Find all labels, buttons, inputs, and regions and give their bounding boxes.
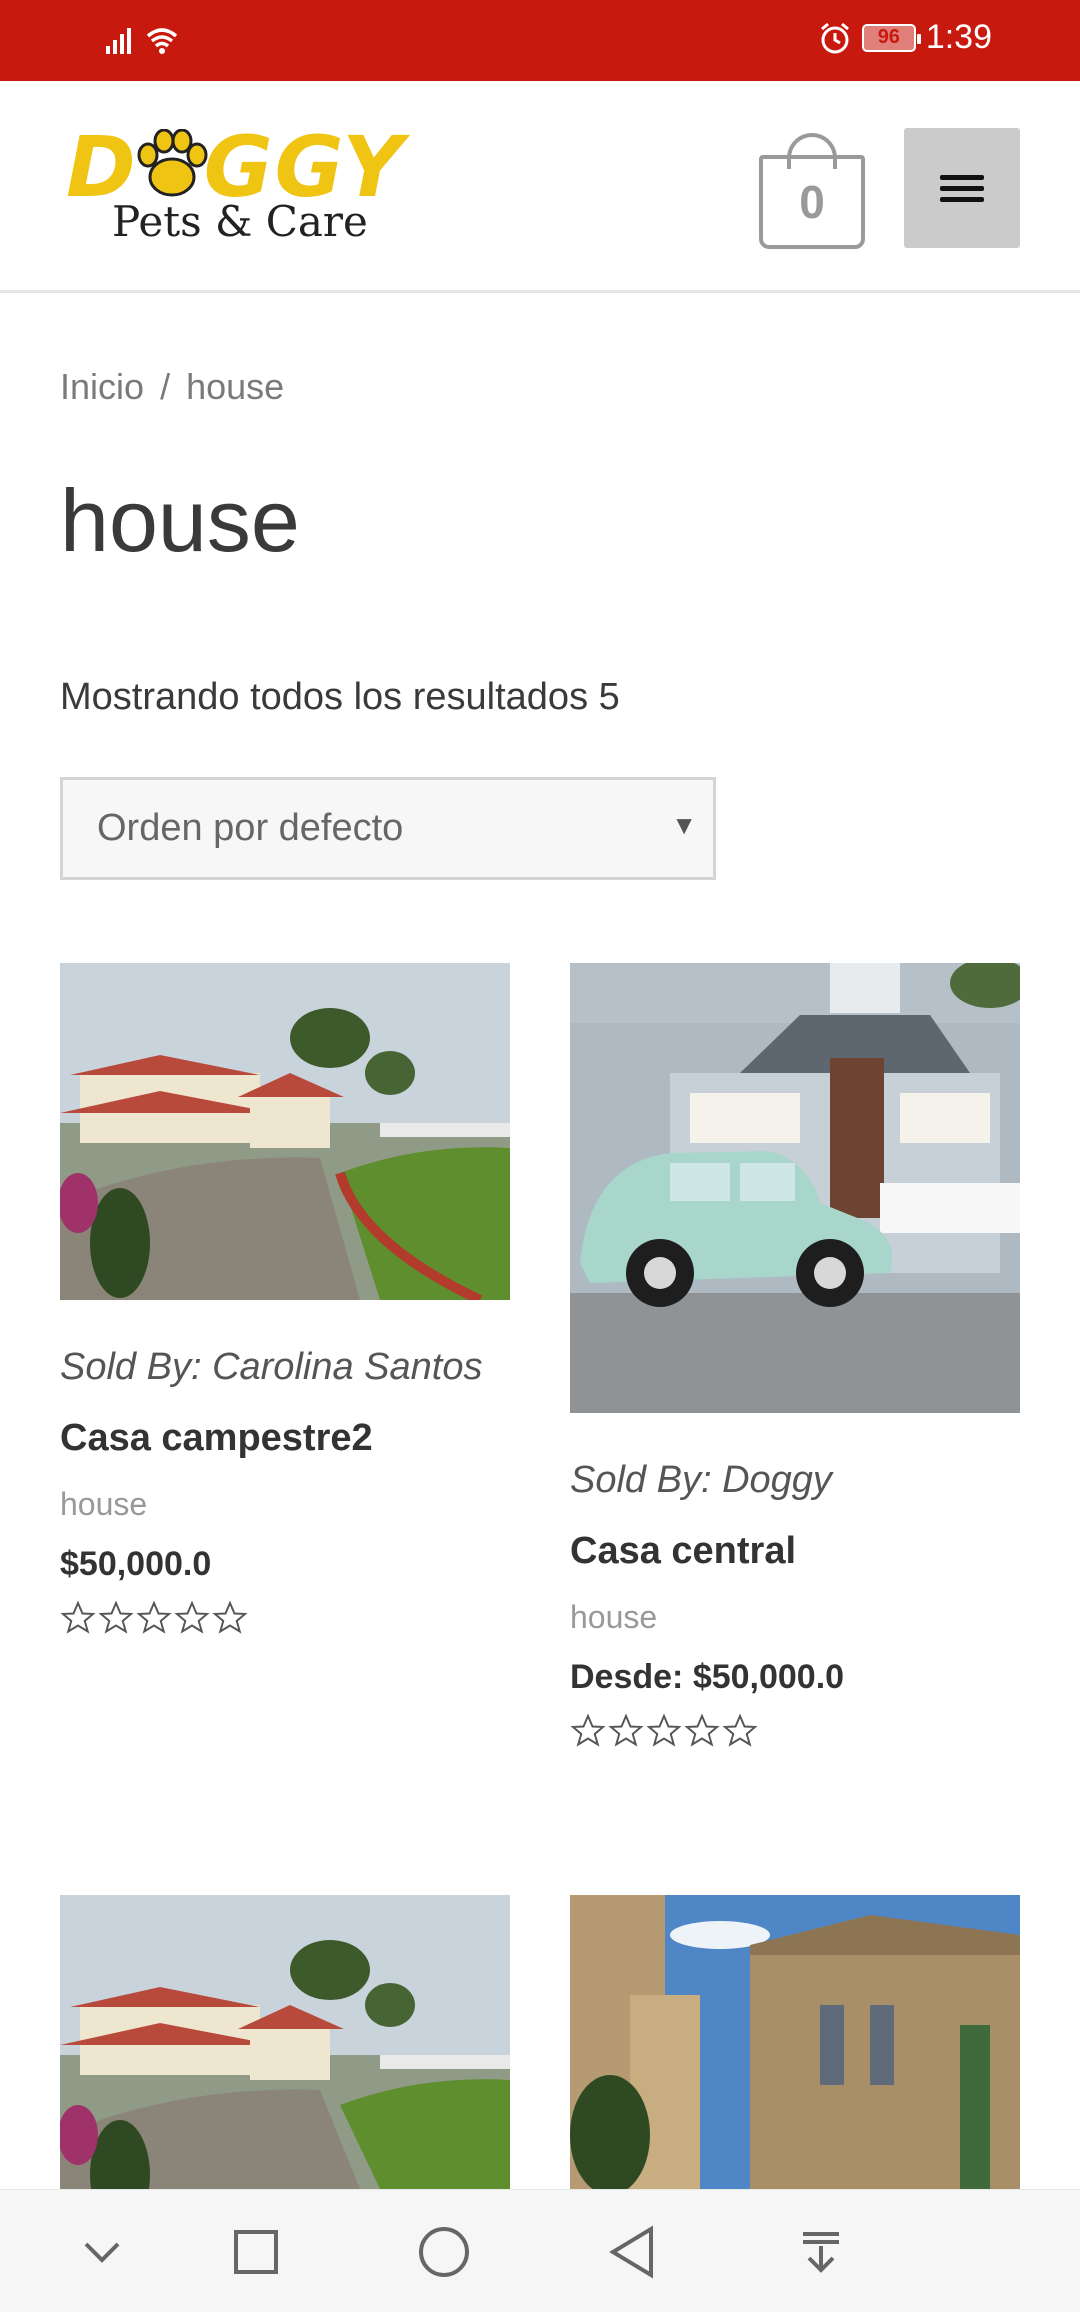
page-title: house — [60, 471, 300, 570]
nav-hide-button[interactable] — [70, 2220, 134, 2284]
cart-count: 0 — [759, 155, 865, 249]
country-house-photo — [60, 1895, 510, 2189]
alarm-icon — [820, 22, 849, 53]
paw-icon — [137, 129, 208, 197]
product-price: Desde: $50,000.0 — [570, 1658, 845, 1696]
product-price: $50,000.0 — [60, 1545, 212, 1583]
sold-by: Sold By: Carolina Santos — [60, 1346, 483, 1388]
signal-wifi-icon — [106, 28, 178, 54]
orderby-select[interactable]: Orden por defecto ▼ — [60, 777, 716, 880]
star-icon — [570, 1713, 606, 1747]
download-icon — [803, 2232, 839, 2273]
product-card — [570, 1895, 1020, 2189]
country-house-photo — [60, 963, 510, 1300]
star-icon — [60, 1600, 96, 1634]
status-bar: 96 1:39 — [0, 0, 1080, 81]
cart-button[interactable]: 0 — [759, 133, 865, 249]
star-icon — [608, 1713, 644, 1747]
breadcrumb: Inicio / house — [60, 366, 284, 408]
nav-notifications-button[interactable] — [789, 2220, 853, 2284]
logo-tagline: Pets & Care — [112, 197, 368, 246]
circle-home-icon — [419, 2227, 469, 2277]
star-icon — [174, 1600, 210, 1634]
nav-back-button[interactable] — [600, 2220, 664, 2284]
product-category[interactable]: house — [570, 1599, 1020, 1636]
star-icon — [646, 1713, 682, 1747]
nav-recents-button[interactable] — [224, 2220, 288, 2284]
product-card: Sold By: Carolina Santos Casa campestre2… — [60, 963, 510, 1636]
menu-toggle-button[interactable] — [904, 128, 1020, 248]
system-nav-bar — [0, 2189, 1080, 2312]
product-image[interactable] — [60, 963, 510, 1300]
star-icon — [684, 1713, 720, 1747]
breadcrumb-separator: / — [160, 366, 171, 407]
chevron-down-icon — [84, 2242, 120, 2263]
nav-home-button[interactable] — [412, 2220, 476, 2284]
star-icon — [98, 1600, 134, 1634]
star-rating — [60, 1600, 510, 1636]
star-icon — [212, 1600, 248, 1634]
product-category[interactable]: house — [60, 1486, 510, 1523]
star-icon — [722, 1713, 758, 1747]
breadcrumb-home-link[interactable]: Inicio — [60, 366, 144, 407]
product-card — [60, 1895, 510, 2189]
product-image[interactable] — [570, 1895, 1020, 2189]
product-card: Sold By: Doggy Casa central house Desde:… — [570, 963, 1020, 1749]
star-icon — [136, 1600, 172, 1634]
product-name[interactable]: Casa campestre2 — [60, 1417, 510, 1460]
result-count: Mostrando todos los resultados 5 — [60, 676, 620, 718]
sold-by: Sold By: Doggy — [570, 1459, 832, 1501]
doggy-logo[interactable]: D GGY Pets & Care — [66, 125, 426, 246]
battery-icon: 96 — [861, 23, 921, 52]
house-with-car-photo — [570, 963, 1020, 1413]
product-name[interactable]: Casa central — [570, 1530, 1020, 1573]
star-rating — [570, 1713, 1020, 1749]
product-image[interactable] — [60, 1895, 510, 2189]
square-recents-icon — [234, 2230, 278, 2274]
breadcrumb-current: house — [186, 366, 285, 407]
product-image[interactable] — [570, 963, 1020, 1413]
old-town-street-photo — [570, 1895, 1020, 2189]
hamburger-icon — [940, 169, 984, 208]
dropdown-caret-icon: ▼ — [671, 810, 697, 840]
orderby-selected: Orden por defecto — [97, 807, 404, 849]
clock: 1:39 — [925, 18, 992, 56]
triangle-back-icon — [609, 2225, 653, 2279]
site-header: D GGY Pets & Care 0 — [0, 81, 1080, 293]
